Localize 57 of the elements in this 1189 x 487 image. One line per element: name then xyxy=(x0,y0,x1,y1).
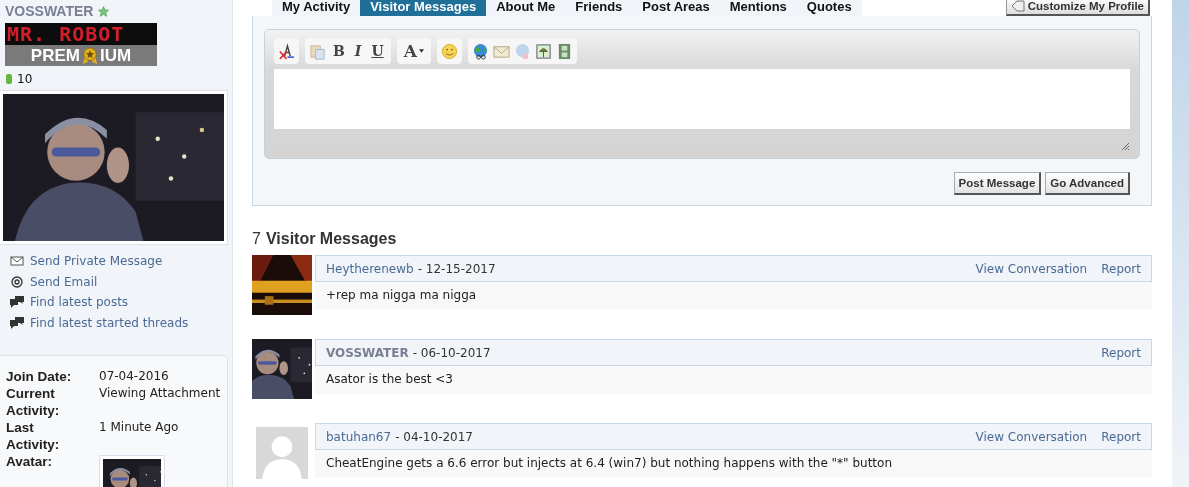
message-action-link[interactable]: Report xyxy=(1101,429,1141,444)
rank-banner: MR. ROBOT PREM IUM xyxy=(5,23,157,66)
detail-label: Current Activity: xyxy=(6,385,61,419)
username[interactable]: VOSSWATER xyxy=(5,3,94,19)
message-input[interactable] xyxy=(274,69,1130,129)
chat-bubbles-icon xyxy=(10,316,24,329)
message-action-link[interactable]: Report xyxy=(1101,261,1141,276)
message-text: CheatEngine gets a 6.6 error but injects at 6.4 (win7) but nothing happens with the "*" button xyxy=(315,450,1152,478)
profile-link[interactable]: Send Email xyxy=(30,274,98,289)
image-icon[interactable] xyxy=(534,42,552,60)
reputation-count: 10 xyxy=(17,72,33,86)
profile-tab[interactable]: Quotes xyxy=(796,0,862,16)
submit-button[interactable]: Go Advanced xyxy=(1045,172,1130,195)
star-icon xyxy=(98,5,110,17)
message-action-link[interactable]: View Conversation xyxy=(975,429,1088,444)
format-button[interactable]: I xyxy=(351,43,365,59)
resize-grip-icon[interactable] xyxy=(1120,141,1130,151)
profile-tab[interactable]: My Activity xyxy=(272,0,361,16)
detail-label: Join Date: xyxy=(6,368,73,385)
author-link[interactable]: VOSSWATER xyxy=(326,345,409,360)
envelope-icon xyxy=(10,255,24,268)
detail-value: 1 Minute Ago xyxy=(99,419,180,436)
chat-bubbles-icon xyxy=(10,296,24,309)
profile-tab[interactable]: About Me xyxy=(486,0,566,16)
message-action-link[interactable]: Report xyxy=(1101,345,1141,360)
profile-link[interactable]: Find latest started threads xyxy=(30,315,189,330)
profile-tab[interactable]: Post Areas xyxy=(632,0,720,16)
profile-tab[interactable]: Visitor Messages xyxy=(360,0,487,16)
format-button[interactable]: U xyxy=(368,43,387,59)
detail-value: Viewing Attachment xyxy=(99,385,222,402)
profile-tab[interactable]: Friends xyxy=(565,0,633,16)
reputation-icon xyxy=(6,74,12,84)
caret-icon xyxy=(418,49,424,53)
message-count: 7 xyxy=(252,230,261,248)
detail-value: 07-04-2016 xyxy=(99,368,170,385)
message-text: +rep ma nigga ma nigga xyxy=(315,282,1152,310)
detail-label: Last Activity: xyxy=(6,419,61,453)
profile-link[interactable]: Find latest posts xyxy=(30,295,129,310)
detail-label: Avatar: xyxy=(6,453,54,471)
medal-icon xyxy=(80,46,99,65)
format-button[interactable]: A xyxy=(400,41,427,61)
profile-tab[interactable]: Mentions xyxy=(719,0,797,16)
message-date: - 12-15-2017 xyxy=(417,261,496,276)
author-link[interactable]: Heytherenewb xyxy=(326,261,414,276)
author-link[interactable]: batuhan67 xyxy=(326,429,392,444)
message-action-link[interactable]: View Conversation xyxy=(975,261,1088,276)
message-text: Asator is the best <3 xyxy=(315,366,1152,394)
customize-button[interactable]: Customize My Profile xyxy=(1005,0,1150,16)
avatar-placeholder-icon xyxy=(256,427,308,479)
message-date: - 04-10-2017 xyxy=(395,429,473,444)
format-button[interactable]: B xyxy=(330,43,348,59)
submit-button[interactable]: Post Message xyxy=(953,172,1042,195)
globe-link-icon[interactable] xyxy=(471,42,489,60)
profile-link[interactable]: Send Private Message xyxy=(30,254,163,269)
message-date: - 06-10-2017 xyxy=(412,345,491,360)
section-title: Visitor Messages xyxy=(265,230,397,248)
tag-icon xyxy=(1010,0,1025,12)
